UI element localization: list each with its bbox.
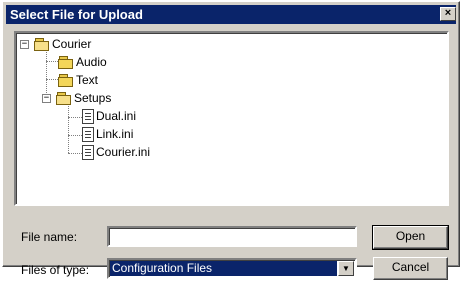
tree-node-label: Setups [74, 91, 112, 105]
minus-icon: − [43, 93, 50, 103]
ini-file-icon [82, 108, 94, 124]
tree-line [46, 79, 58, 80]
tree-node-courier[interactable]: Courier [34, 36, 91, 52]
tree-node-audio[interactable]: Audio [58, 54, 107, 70]
title-bar[interactable]: Select File for Upload × [6, 5, 456, 24]
file-type-label: Files of type: [21, 263, 90, 277]
tree-node-label: Link.ini [96, 127, 134, 141]
close-icon: × [444, 7, 452, 19]
tree-node-dual-ini[interactable]: Dual.ini [80, 108, 136, 124]
ini-file-icon [82, 144, 94, 160]
tree-node-courier-ini[interactable]: Courier.ini [80, 144, 150, 160]
close-button[interactable]: × [440, 7, 456, 21]
tree-line [68, 103, 69, 153]
file-type-select[interactable]: Configuration Files ▼ [107, 258, 357, 279]
open-button[interactable]: Open [372, 225, 449, 250]
collapse-setups-toggle[interactable]: − [42, 94, 51, 103]
folder-icon [58, 73, 74, 87]
folder-icon [58, 55, 74, 69]
tree-node-setups[interactable]: Setups [56, 90, 111, 106]
tree-node-label: Dual.ini [96, 109, 137, 123]
minus-icon: − [21, 39, 28, 49]
open-folder-icon [56, 91, 72, 105]
dialog-title: Select File for Upload [10, 7, 143, 22]
open-folder-icon [34, 37, 50, 51]
folder-tree[interactable]: − Courier Audio Text − Setups Dual.ini L… [14, 31, 449, 206]
file-type-selected-value: Configuration Files [110, 261, 337, 276]
tree-node-label: Audio [76, 55, 107, 69]
tree-node-label: Text [76, 73, 99, 87]
tree-line [46, 49, 47, 97]
tree-node-label: Courier.ini [96, 145, 151, 159]
tree-node-label: Courier [52, 37, 92, 51]
collapse-root-toggle[interactable]: − [20, 40, 29, 49]
dropdown-arrow-icon[interactable]: ▼ [338, 261, 354, 276]
tree-node-link-ini[interactable]: Link.ini [80, 126, 133, 142]
file-name-input[interactable] [107, 226, 357, 247]
file-upload-dialog: Select File for Upload × − Courier Audio [2, 1, 460, 280]
tree-node-text[interactable]: Text [58, 72, 98, 88]
file-name-label: File name: [21, 230, 78, 244]
ini-file-icon [82, 126, 94, 142]
tree-line [46, 61, 58, 62]
cancel-button[interactable]: Cancel [373, 257, 448, 280]
